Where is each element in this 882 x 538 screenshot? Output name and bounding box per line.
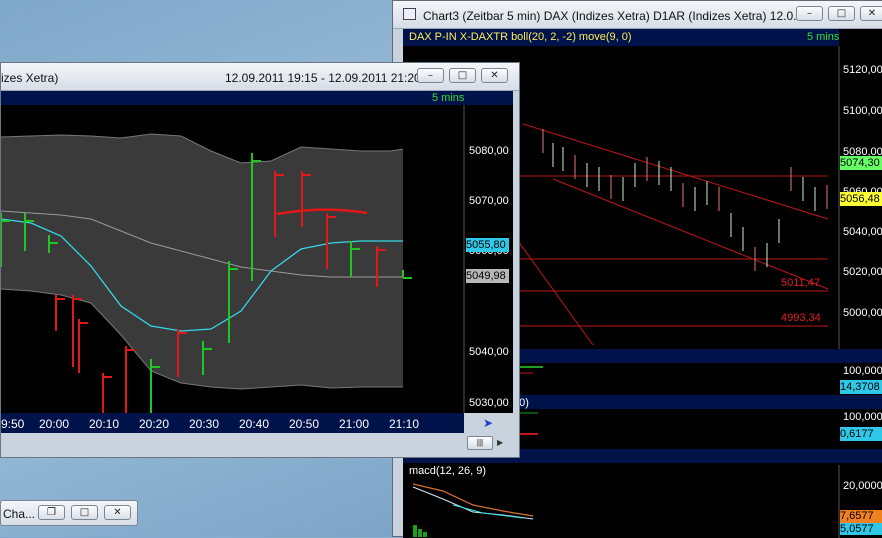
horizontal-scrollbar-thumb[interactable]: ||| [467,436,493,450]
sub2-value-tag: 0,6177 [840,427,882,441]
front-time-label: 20:20 [139,417,170,431]
back-line-label-2: 4993,34 [781,312,821,324]
front-time-label: 20:50 [289,417,320,431]
back-chart-header: DAX P-IN X-DAXTR boll(20, 2, -2) move(9,… [409,31,632,43]
front-time-label: 20:40 [239,417,270,431]
front-price-label: 5030,00 [469,397,509,409]
close-button-min[interactable]: ✕ [104,505,131,520]
front-price-label: 5080,00 [469,145,509,157]
back-window-titlebar[interactable]: Chart3 (Zeitbar 5 min) DAX (Indizes Xetr… [393,1,882,29]
front-price-label: 5070,00 [469,195,509,207]
front-maximize-button[interactable]: □ [449,68,476,83]
sub1-label-top: 100,000 [843,365,882,377]
macd-title: macd(12, 26, 9) [409,465,487,477]
back-window-title: Chart3 (Zeitbar 5 min) DAX (Indizes Xetr… [423,9,804,23]
macd-value-tag: 7,6577 [840,510,882,523]
close-button[interactable]: ✕ [860,6,882,21]
back-price-label: 5040,00 [843,226,882,238]
maximize-button[interactable]: □ [828,6,855,21]
sub1-value-tag: 14,3708 [840,380,882,394]
back-price-label: 5100,00 [843,105,882,117]
macd-value-tag-2: 5,0577 [840,523,882,535]
restore-button[interactable]: ❐ [38,505,65,520]
pin-icon[interactable]: ➤ [479,416,497,430]
front-window-title: izes Xetra) [1,71,59,85]
front-minimize-button[interactable]: – [417,68,444,83]
front-current-price-tag: 5055,80 [466,238,509,252]
front-close-button[interactable]: ✕ [481,68,508,83]
minimize-button[interactable]: – [796,6,823,21]
front-chart-window: izes Xetra) 12.09.2011 19:15 - 12.09.201… [0,62,520,458]
chart-app-icon [403,8,416,20]
macd-label-top: 20,0000 [843,480,882,492]
front-time-label: 21:10 [389,417,420,431]
front-chart-area: 5 mins 5080,005070,005060,005040,005030,… [1,91,513,453]
back-line-label-1: 5011,47 [781,277,820,289]
front-window-titlebar[interactable]: izes Xetra) 12.09.2011 19:15 - 12.09.201… [1,63,519,91]
minimized-window[interactable]: Cha... ❐ □ ✕ [0,500,138,526]
maximize-button-min[interactable]: □ [71,505,98,520]
front-price-label: 5040,00 [469,346,509,358]
front-time-label: 21:00 [339,417,370,431]
front-window-date-range: 12.09.2011 19:15 - 12.09.2011 21:20 [225,71,421,85]
front-time-label: 20:00 [39,417,70,431]
front-timeframe: 5 mins [432,92,465,104]
sub2-label-top: 100,000 [843,411,882,423]
front-mid-price-tag: 5049,98 [466,269,509,283]
back-price-tag-yellow: 5056,48 [840,192,882,206]
back-price-tag-green: 5074,30 [840,156,882,170]
front-time-label: 20:30 [189,417,220,431]
scroll-right-arrow-icon[interactable]: ▶ [497,437,509,449]
back-timeframe: 5 mins [807,31,840,43]
front-chart-svg [1,91,513,453]
back-price-label: 5120,00 [843,64,882,76]
front-time-label: 9:50 [1,417,25,431]
back-price-label: 5020,00 [843,266,882,278]
front-time-label: 20:10 [89,417,120,431]
back-price-label: 5000,00 [843,307,882,319]
minimized-window-title: Cha... [3,507,36,521]
